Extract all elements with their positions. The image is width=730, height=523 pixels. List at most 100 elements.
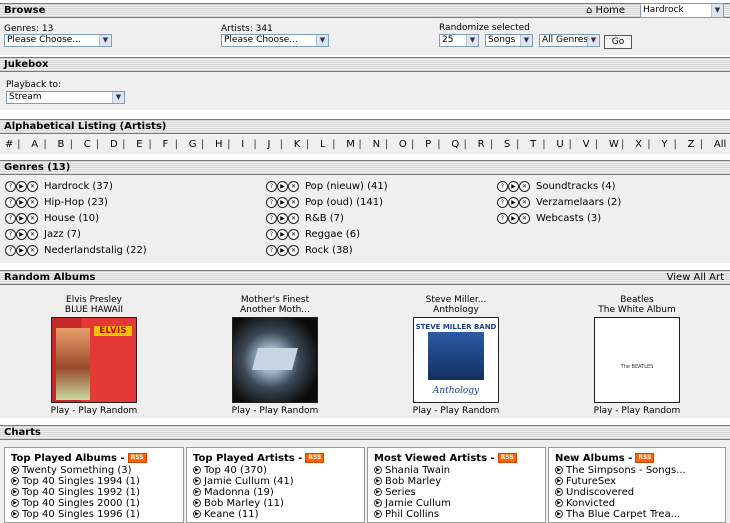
play-random-link[interactable]: Play Random (440, 406, 499, 416)
info-icon[interactable]: ? (5, 228, 16, 240)
rss-feed-button[interactable]: RSS (305, 453, 325, 463)
info-icon[interactable]: ? (266, 228, 277, 240)
shuffle-icon[interactable]: ✕ (27, 212, 38, 224)
album-cover[interactable] (232, 317, 318, 403)
info-icon[interactable]: ? (266, 212, 277, 224)
randomize-type-select[interactable]: Songs ▼ (485, 34, 533, 47)
play-icon[interactable]: ▶ (555, 510, 563, 518)
rss-feed-button[interactable]: RSS (127, 453, 147, 463)
rss-feed-button[interactable]: RSS (635, 453, 655, 463)
genre-link[interactable]: Nederlandstalig (22) (44, 245, 147, 256)
chart-list-item[interactable]: ▶ Top 40 Singles 1994 (1) (11, 476, 140, 487)
alpha-letter-link[interactable]: N (373, 139, 380, 150)
genres-select[interactable]: Please Choose... ▼ (4, 34, 112, 47)
play-icon[interactable]: ▶ (193, 477, 201, 485)
genre-link[interactable]: R&B (7) (305, 213, 344, 224)
chart-item-link[interactable]: Jamie Cullum (41) (204, 476, 294, 487)
play-icon[interactable]: ▶ (193, 488, 201, 496)
chart-list-item[interactable]: ▶ Madonna (19) (193, 487, 294, 498)
play-icon[interactable]: ▶ (277, 212, 288, 224)
genre-link[interactable]: Verzamelaars (2) (536, 197, 621, 208)
play-icon[interactable]: ▶ (374, 499, 382, 507)
alpha-letter-link[interactable]: I (241, 139, 244, 150)
shuffle-icon[interactable]: ✕ (288, 180, 299, 192)
play-icon[interactable]: ▶ (193, 499, 201, 507)
alpha-letter-link[interactable]: X (635, 139, 642, 150)
info-icon[interactable]: ? (5, 244, 16, 256)
shuffle-icon[interactable]: ✕ (27, 244, 38, 256)
genre-link[interactable]: Pop (nieuw) (41) (305, 181, 388, 192)
play-icon[interactable]: ▶ (508, 196, 519, 208)
alpha-letter-link[interactable]: K (294, 139, 301, 150)
alpha-letter-link[interactable]: Z (688, 139, 695, 150)
shuffle-icon[interactable]: ✕ (288, 228, 299, 240)
genre-link[interactable]: Webcasts (3) (536, 213, 601, 224)
play-icon[interactable]: ▶ (374, 488, 382, 496)
play-icon[interactable]: ▶ (555, 488, 563, 496)
play-link[interactable]: Play (413, 406, 432, 416)
info-icon[interactable]: ? (497, 180, 508, 192)
album-cover[interactable]: The BEATLES (594, 317, 680, 403)
album-artist[interactable]: Beatles (567, 295, 707, 305)
chart-list-item[interactable]: ▶ FutureSex (555, 476, 686, 487)
info-icon[interactable]: ? (497, 196, 508, 208)
play-icon[interactable]: ▶ (277, 228, 288, 240)
play-link[interactable]: Play (594, 406, 613, 416)
play-icon[interactable]: ▶ (16, 196, 27, 208)
album-artist[interactable]: Steve Miller... (386, 295, 526, 305)
chart-list-item[interactable]: ▶ Top 40 (370) (193, 465, 294, 476)
play-icon[interactable]: ▶ (11, 499, 19, 507)
play-link[interactable]: Play (232, 406, 251, 416)
alpha-letter-link[interactable]: E (136, 139, 142, 150)
album-cover[interactable]: ELVIS (51, 317, 137, 403)
genre-link[interactable]: Rock (38) (305, 245, 353, 256)
alpha-letter-link[interactable]: # (5, 139, 13, 150)
alpha-letter-link[interactable]: U (556, 139, 563, 150)
chart-list-item[interactable]: ▶ Tha Blue Carpet Trea... (555, 509, 686, 520)
alpha-letter-link[interactable]: W (609, 139, 619, 150)
chart-item-link[interactable]: The Simpsons - Songs... (566, 465, 686, 476)
chart-item-link[interactable]: Jamie Cullum (385, 498, 451, 509)
randomize-genre-select[interactable]: All Genres ▼ (539, 34, 600, 47)
chart-list-item[interactable]: ▶ Top 40 Singles 1996 (1) (11, 509, 140, 520)
chart-item-link[interactable]: Undiscovered (566, 487, 634, 498)
chart-item-link[interactable]: Bob Marley (385, 476, 441, 487)
play-icon[interactable]: ▶ (555, 466, 563, 474)
play-icon[interactable]: ▶ (508, 180, 519, 192)
album-artist[interactable]: Elvis Presley (24, 295, 164, 305)
alpha-letter-link[interactable]: L (320, 139, 326, 150)
chart-item-link[interactable]: Konvicted (566, 498, 615, 509)
alpha-letter-link[interactable]: T (530, 139, 536, 150)
playback-select[interactable]: Stream ▼ (6, 91, 125, 104)
chart-list-item[interactable]: ▶ Undiscovered (555, 487, 686, 498)
play-link[interactable]: Play (51, 406, 70, 416)
play-icon[interactable]: ▶ (555, 477, 563, 485)
shuffle-icon[interactable]: ✕ (519, 180, 530, 192)
chart-list-item[interactable]: ▶ The Simpsons - Songs... (555, 465, 686, 476)
play-icon[interactable]: ▶ (11, 488, 19, 496)
info-icon[interactable]: ? (5, 196, 16, 208)
chart-item-link[interactable]: Phil Collins (385, 509, 439, 520)
chart-list-item[interactable]: ▶ Series (374, 487, 451, 498)
info-icon[interactable]: ? (5, 180, 16, 192)
play-icon[interactable]: ▶ (277, 244, 288, 256)
album-title[interactable]: The White Album (567, 305, 707, 315)
chart-item-link[interactable]: Bob Marley (11) (204, 498, 284, 509)
chart-list-item[interactable]: ▶ Shania Twain (374, 465, 451, 476)
chart-item-link[interactable]: Twenty Something (3) (22, 465, 132, 476)
play-random-link[interactable]: Play Random (259, 406, 318, 416)
play-icon[interactable]: ▶ (374, 510, 382, 518)
alpha-letter-link[interactable]: Y (661, 139, 667, 150)
chart-list-item[interactable]: ▶ Bob Marley (374, 476, 451, 487)
alpha-letter-link[interactable]: F (163, 139, 169, 150)
album-title[interactable]: BLUE HAWAII (24, 305, 164, 315)
chart-list-item[interactable]: ▶ Keane (11) (193, 509, 294, 520)
alpha-letter-link[interactable]: J (268, 139, 271, 150)
chart-item-link[interactable]: Tha Blue Carpet Trea... (566, 509, 680, 520)
play-icon[interactable]: ▶ (193, 510, 201, 518)
go-button[interactable]: Go (604, 35, 632, 49)
play-random-link[interactable]: Play Random (621, 406, 680, 416)
album-cover[interactable]: STEVE MILLER BAND Anthology (413, 317, 499, 403)
shuffle-icon[interactable]: ✕ (288, 196, 299, 208)
info-icon[interactable]: ? (266, 244, 277, 256)
